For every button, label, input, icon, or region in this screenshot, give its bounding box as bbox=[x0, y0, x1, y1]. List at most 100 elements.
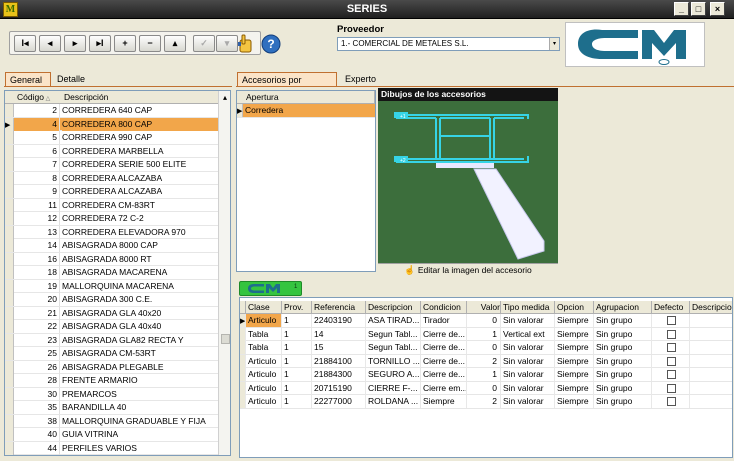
descripcion-cell: Segun Tabl... bbox=[366, 327, 421, 341]
apertura-grid[interactable]: Apertura ▶ Corredera bbox=[236, 90, 376, 272]
tab-accesorios-por-apertura[interactable]: Accesorios por apertura bbox=[237, 72, 337, 99]
defecto-checkbox[interactable] bbox=[667, 316, 676, 325]
column-header-defecto[interactable]: Defecto bbox=[652, 301, 690, 314]
defecto-checkbox[interactable] bbox=[667, 383, 676, 393]
nav-first-button[interactable]: I◂ bbox=[14, 35, 36, 52]
agrupacion-cell: Sin grupo bbox=[594, 381, 652, 395]
table-row[interactable]: 23 ABISAGRADA GLA82 RECTA Y bbox=[5, 333, 218, 347]
defecto-checkbox[interactable] bbox=[667, 397, 676, 406]
defecto-cell[interactable] bbox=[652, 395, 690, 408]
vertical-scrollbar[interactable]: ▴ bbox=[218, 91, 230, 455]
series-grid[interactable]: Código △ Descripción 2 CORREDERA 640 CAP ▶… bbox=[4, 90, 231, 456]
table-row[interactable]: 22 ABISAGRADA GLA 40x40 bbox=[5, 320, 218, 334]
column-header-codigo[interactable]: Código △ bbox=[14, 91, 62, 104]
table-row[interactable]: 28 FRENTE ARMARIO bbox=[5, 374, 218, 388]
column-header-condicion[interactable]: Condicion bbox=[421, 301, 467, 314]
table-row[interactable]: Articulo 1 20715190 CIERRE F-... Cierre em..… bbox=[240, 381, 732, 395]
column-header-valor[interactable]: Valor bbox=[467, 301, 501, 314]
apertura-row[interactable]: ▶ Corredera bbox=[237, 104, 375, 118]
column-header-apertura[interactable]: Apertura bbox=[243, 91, 375, 104]
table-row[interactable]: Articulo 1 22277000 ROLDANA ... Siempre 2 Sin … bbox=[240, 395, 732, 409]
defecto-cell[interactable] bbox=[652, 314, 690, 327]
table-row[interactable]: 14 ABISAGRADA 8000 CAP bbox=[5, 239, 218, 253]
table-row[interactable]: 9 CORREDERA ALCAZABA bbox=[5, 185, 218, 199]
tab-experto[interactable]: Experto bbox=[341, 72, 380, 87]
defecto-checkbox[interactable] bbox=[667, 343, 676, 352]
table-row[interactable]: 6 CORREDERA MARBELLA bbox=[5, 144, 218, 158]
column-header-descripcio[interactable]: Descripcio bbox=[690, 301, 732, 314]
supplier-logo: CM bbox=[565, 22, 705, 67]
nav-insert-button[interactable]: + bbox=[114, 35, 136, 52]
minimize-button[interactable]: _ bbox=[674, 2, 689, 16]
column-header-opcion[interactable]: Opcion bbox=[555, 301, 594, 314]
accessories-grid[interactable]: Clase Prov. Referencia Descripcion Condicion… bbox=[239, 297, 733, 458]
defecto-checkbox[interactable] bbox=[667, 356, 676, 366]
descripcion-cell: ROLDANA ... bbox=[366, 395, 421, 408]
opcion-cell: Siempre bbox=[555, 327, 594, 341]
defecto-checkbox[interactable] bbox=[667, 370, 676, 379]
tab-underline bbox=[4, 86, 232, 87]
column-header-agrupacion[interactable]: Agrupacion bbox=[594, 301, 652, 314]
column-header-referencia[interactable]: Referencia bbox=[312, 301, 366, 314]
table-row[interactable]: 19 MALLORQUINA MACARENA bbox=[5, 279, 218, 293]
codigo-cell: 13 bbox=[14, 225, 60, 239]
table-row[interactable]: 5 CORREDERA 990 CAP bbox=[5, 131, 218, 145]
column-header-tipo_medida[interactable]: Tipo medida bbox=[501, 301, 555, 314]
nav-post-button[interactable]: ✓ bbox=[193, 35, 215, 52]
table-row[interactable]: 26 ABISAGRADA PLEGABLE bbox=[5, 360, 218, 374]
proveedor-select[interactable]: 1.- COMERCIAL DE METALES S.L. ▾ bbox=[337, 37, 560, 51]
table-row[interactable]: 35 BARANDILLA 40 bbox=[5, 401, 218, 415]
scroll-up-icon[interactable]: ▴ bbox=[219, 91, 230, 104]
table-row[interactable]: 40 GUIA VITRINA bbox=[5, 428, 218, 442]
table-row[interactable]: 30 PREMARCOS bbox=[5, 387, 218, 401]
column-header-descripcion[interactable]: Descripcion bbox=[366, 301, 421, 314]
defecto-cell[interactable] bbox=[652, 341, 690, 354]
table-row[interactable]: Tabla 1 15 Segun Tabl... Cierre de... 0 Sin va… bbox=[240, 341, 732, 355]
defecto-cell[interactable] bbox=[652, 327, 690, 341]
column-header-descripcion[interactable]: Descripción bbox=[61, 91, 219, 104]
dropdown-arrow-icon[interactable]: ▾ bbox=[549, 38, 559, 50]
supplier-tab-cm[interactable]: 1 CM bbox=[239, 281, 302, 296]
nav-delete-button[interactable]: − bbox=[139, 35, 161, 52]
table-row[interactable]: 16 ABISAGRADA 8000 RT bbox=[5, 252, 218, 266]
close-button[interactable]: × bbox=[710, 2, 725, 16]
table-row[interactable]: 25 ABISAGRADA CM-53RT bbox=[5, 347, 218, 361]
maximize-button[interactable]: □ bbox=[691, 2, 706, 16]
column-header-clase[interactable]: Clase bbox=[246, 301, 282, 314]
table-row[interactable]: 38 MALLORQUINA GRADUABLE Y FIJA bbox=[5, 414, 218, 428]
table-row[interactable]: 44 PERFILES VARIOS bbox=[5, 441, 218, 455]
scroll-thumb[interactable] bbox=[221, 334, 230, 344]
help-icon[interactable]: ? bbox=[260, 33, 282, 55]
table-row[interactable]: 2 CORREDERA 640 CAP bbox=[5, 104, 218, 118]
nav-next-button[interactable]: ▸ bbox=[64, 35, 86, 52]
table-row[interactable]: 8 CORREDERA ALCAZABA bbox=[5, 171, 218, 185]
table-row[interactable]: ▶ 4 CORREDERA 800 CAP bbox=[5, 117, 218, 131]
column-header-prov[interactable]: Prov. bbox=[282, 301, 312, 314]
table-row[interactable]: 12 CORREDERA 72 C-2 bbox=[5, 212, 218, 226]
hand-pointer-icon[interactable] bbox=[235, 33, 257, 55]
tipo-medida-cell: Sin valorar bbox=[501, 395, 555, 408]
table-row[interactable]: 7 CORREDERA SERIE 500 ELITE bbox=[5, 158, 218, 172]
edit-drawing-button[interactable]: ☝ Editar la imagen del accesorio bbox=[378, 263, 558, 276]
defecto-checkbox[interactable] bbox=[667, 329, 676, 339]
agrupacion-cell: Sin grupo bbox=[594, 368, 652, 381]
table-row[interactable]: 20 ABISAGRADA 300 C.E. bbox=[5, 293, 218, 307]
table-row[interactable]: ▶ Articulo 1 22403190 ASA TIRAD... Tirador 0 Si… bbox=[240, 314, 732, 328]
tab-general[interactable]: General bbox=[5, 72, 51, 87]
tab-detalle[interactable]: Detalle bbox=[53, 72, 89, 87]
descripcion-cell: CORREDERA SERIE 500 ELITE bbox=[62, 159, 187, 169]
table-row[interactable]: 21 ABISAGRADA GLA 40x20 bbox=[5, 306, 218, 320]
table-row[interactable]: Articulo 1 21884300 SEGURO A... Cierre de...… bbox=[240, 368, 732, 382]
nav-last-button[interactable]: ▸I bbox=[89, 35, 111, 52]
defecto-cell[interactable] bbox=[652, 381, 690, 395]
nav-edit-button[interactable]: ▴ bbox=[164, 35, 186, 52]
nav-prior-button[interactable]: ◂ bbox=[39, 35, 61, 52]
table-row[interactable]: 13 CORREDERA ELEVADORA 970 bbox=[5, 225, 218, 239]
defecto-cell[interactable] bbox=[652, 354, 690, 368]
table-row[interactable]: Tabla 1 14 Segun Tabl... Cierre de... 1 Vertic… bbox=[240, 327, 732, 341]
defecto-cell[interactable] bbox=[652, 368, 690, 381]
descripcion-cell: ABISAGRADA 8000 RT bbox=[62, 253, 152, 264]
table-row[interactable]: Articulo 1 21884100 TORNILLO ... Cierre de..… bbox=[240, 354, 732, 368]
table-row[interactable]: 11 CORREDERA CM-83RT bbox=[5, 198, 218, 212]
table-row[interactable]: 18 ABISAGRADA MACARENA bbox=[5, 266, 218, 280]
